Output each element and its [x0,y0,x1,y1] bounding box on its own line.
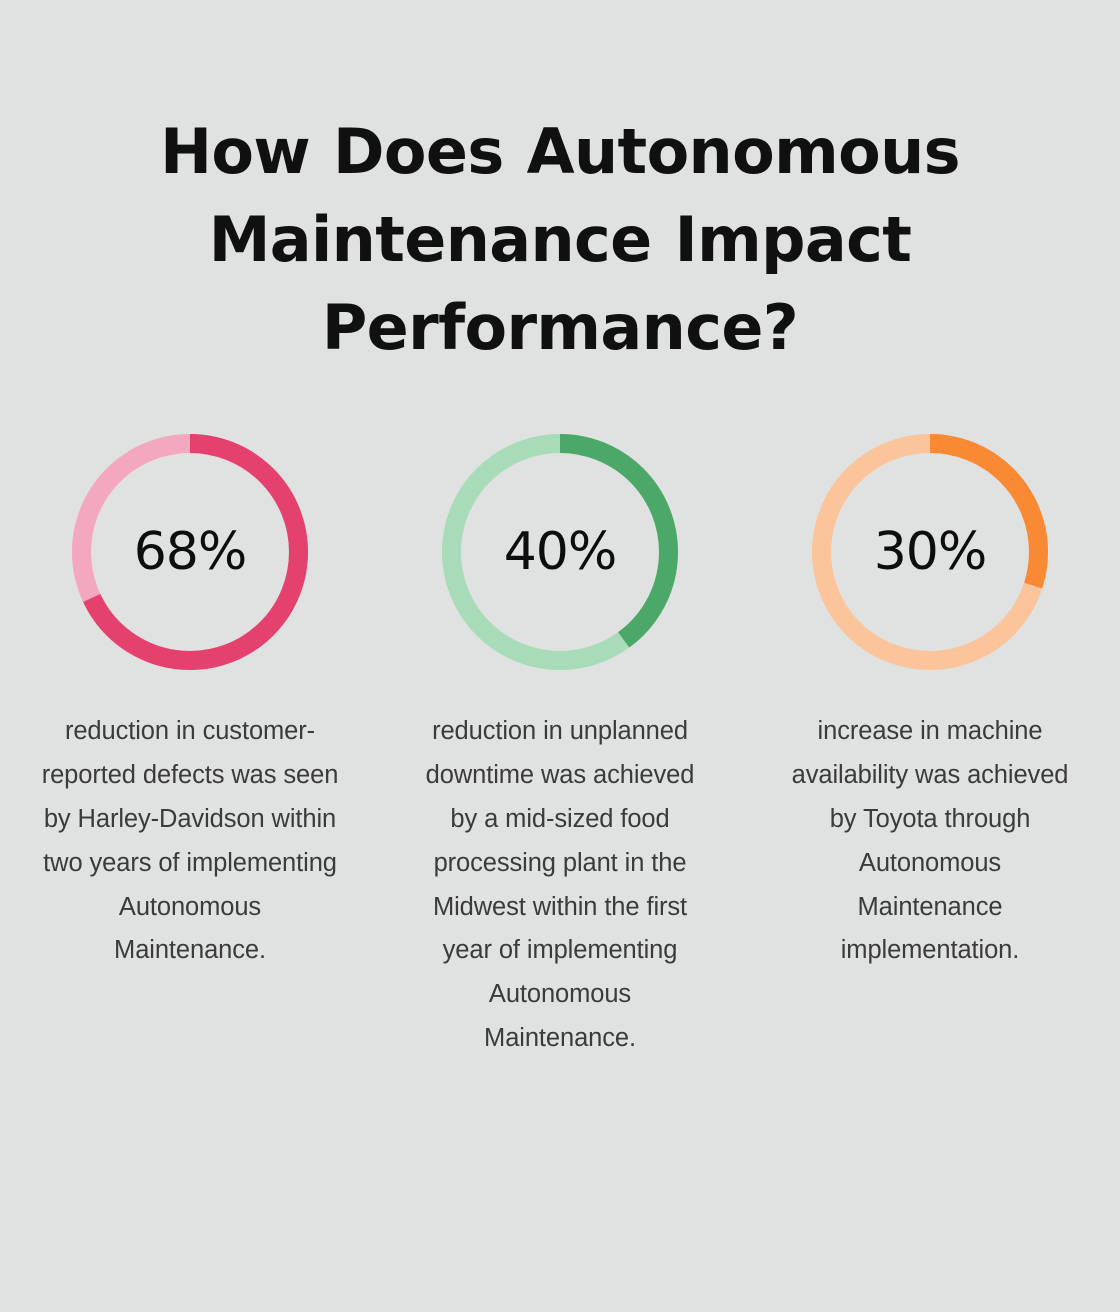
stat-card-toyota: 30% increase in machine availability was… [770,434,1090,973]
donut-percent-label-2: 40% [503,522,618,583]
stats-row: 68% reduction in customer-reported defec… [30,434,1090,1061]
donut-percent-label-3: 30% [873,522,988,583]
donut-chart-1: 68% [72,434,308,671]
page-title: How Does Autonomous Maintenance Impact P… [160,115,960,365]
donut-chart-2: 40% [442,434,678,671]
stat-card-harley-davidson: 68% reduction in customer-reported defec… [30,434,350,973]
title-block: How Does Autonomous Maintenance Impact P… [110,108,1010,372]
stat-caption-2: reduction in unplanned downtime was achi… [425,717,695,1053]
stat-card-food-plant: 40% reduction in unplanned downtime was … [400,434,720,1061]
stat-caption-1: reduction in customer-reported defects w… [41,717,339,965]
donut-chart-3: 30% [812,434,1048,671]
infographic-canvas: How Does Autonomous Maintenance Impact P… [0,0,1120,1312]
donut-percent-label-1: 68% [133,522,248,583]
stat-caption-3: increase in machine availability was ach… [791,717,1069,965]
